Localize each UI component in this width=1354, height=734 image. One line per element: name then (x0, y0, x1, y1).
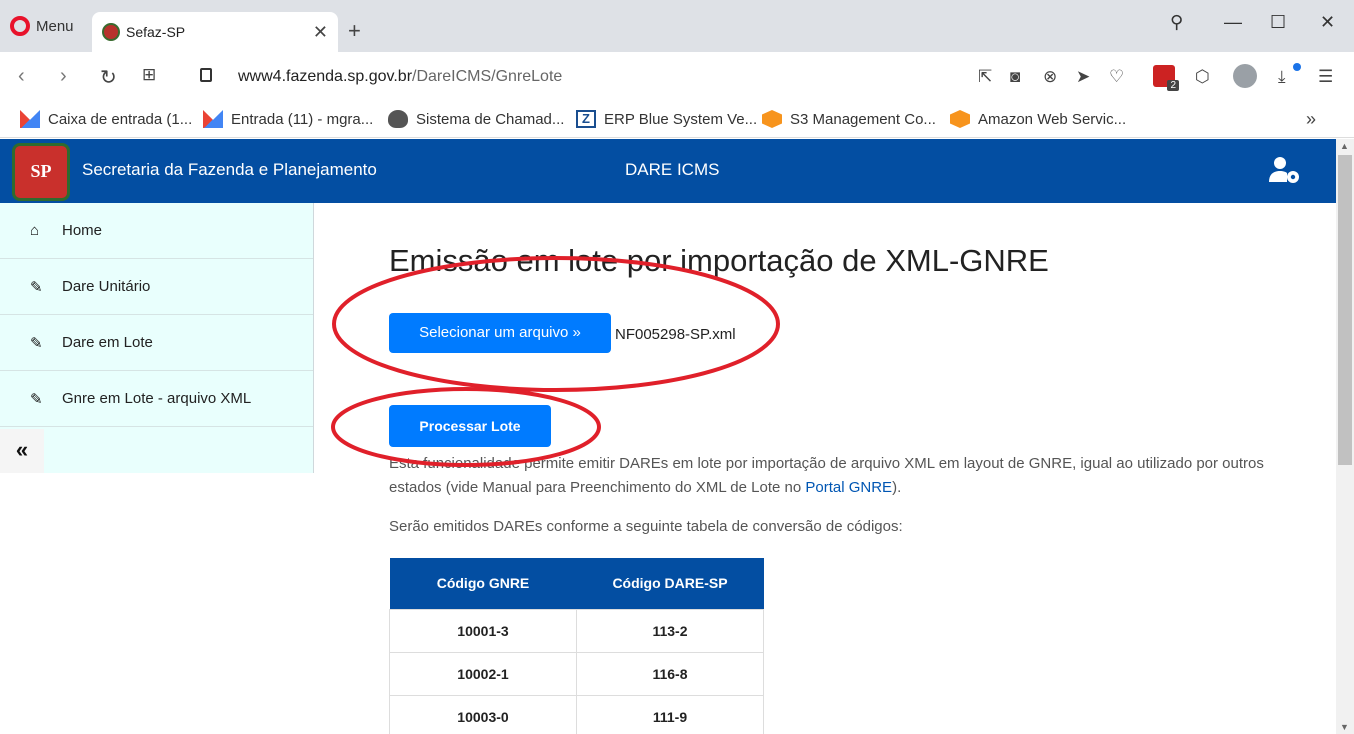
table-header-row: Código GNRE Código DARE-SP (389, 558, 764, 609)
avatar[interactable] (1233, 64, 1257, 88)
bookmark-item[interactable]: Sistema de Chamad... (388, 110, 564, 128)
table-cell: 10002-1 (389, 651, 577, 696)
column-header: Código GNRE (389, 558, 577, 609)
gmail-icon (203, 110, 223, 128)
table-cell: 111-9 (576, 694, 764, 734)
url-field[interactable]: www4.fazenda.sp.gov.br/DareICMS/GnreLote (238, 68, 562, 86)
maximize-icon[interactable]: ☐ (1270, 12, 1286, 33)
table-cell: 10001-3 (389, 608, 577, 653)
conversion-table: Código GNRE Código DARE-SP 10001-3 113-2… (389, 558, 764, 734)
search-icon[interactable]: ⚲ (1170, 12, 1183, 33)
table-cell: 10003-0 (389, 694, 577, 734)
collapse-sidebar-button[interactable]: « (0, 429, 44, 473)
table-cell: 116-8 (576, 651, 764, 696)
reload-icon[interactable]: ↻ (100, 65, 117, 90)
sidebar-item-gnre-em-lote[interactable]: ✎ Gnre em Lote - arquivo XML (0, 371, 313, 427)
cube-icon[interactable]: ⬡ (1195, 67, 1210, 87)
new-tab-icon[interactable]: + (348, 18, 361, 44)
table-row: 10002-1 116-8 (389, 651, 764, 696)
edit-icon: ✎ (30, 278, 43, 296)
home-icon: ⌂ (30, 222, 40, 239)
table-cell: 113-2 (576, 608, 764, 653)
sp-coat-of-arms-logo[interactable]: SP (12, 143, 70, 201)
sidebar-item-dare-unitario[interactable]: ✎ Dare Unitário (0, 259, 313, 315)
back-icon[interactable]: ‹ (18, 65, 25, 88)
sidebar-item-dare-em-lote[interactable]: ✎ Dare em Lote (0, 315, 313, 371)
bookmark-item[interactable]: S3 Management Co... (762, 110, 936, 128)
easy-setup-icon[interactable]: ☰ (1318, 67, 1333, 87)
bookmark-item[interactable]: Z ERP Blue System Ve... (576, 110, 757, 128)
app-name: DARE ICMS (625, 160, 720, 179)
scrollbar-thumb[interactable] (1338, 155, 1352, 465)
site-title: Secretaria da Fazenda e Planejamento (82, 160, 377, 179)
sefaz-favicon-icon (102, 23, 120, 41)
sidebar-item-home[interactable]: ⌂ Home (0, 203, 313, 259)
page-scrollbar[interactable]: ▲ ▼ (1336, 139, 1354, 734)
window-close-icon[interactable]: ✕ (1320, 12, 1335, 33)
opera-logo-icon (10, 16, 30, 36)
table-row: 10003-0 111-9 (389, 694, 764, 734)
download-indicator (1293, 63, 1301, 71)
browser-tab[interactable]: Sefaz-SP ✕ (92, 12, 338, 52)
opera-menu-button[interactable]: Menu (10, 14, 74, 38)
edit-icon: ✎ (30, 390, 43, 408)
table-intro-text: Serão emitidos DAREs conforme a seguinte… (389, 518, 903, 535)
shield-icon[interactable]: ⊗ (1043, 67, 1057, 87)
extension-icon[interactable]: 2 (1153, 65, 1179, 91)
scroll-down-icon[interactable]: ▼ (1340, 722, 1349, 732)
heart-icon[interactable]: ♡ (1109, 67, 1124, 87)
user-settings-icon[interactable] (1268, 156, 1302, 184)
browser-tab-bar: Menu Sefaz-SP ✕ + ⚲ — ☐ ✕ (0, 0, 1354, 52)
download-icon[interactable]: ⤓ (1278, 67, 1286, 87)
address-bar: ‹ › ↻ ⊞ www4.fazenda.sp.gov.br/DareICMS/… (0, 52, 1354, 102)
minimize-icon[interactable]: — (1224, 12, 1242, 33)
bookmark-item[interactable]: Entrada (11) - mgra... (203, 110, 373, 128)
bookmark-item[interactable]: Caixa de entrada (1... (20, 110, 192, 128)
share-icon[interactable]: ⇱ (978, 67, 992, 87)
aws-cube-icon (950, 110, 970, 128)
bookmark-item[interactable]: Amazon Web Servic... (950, 110, 1126, 128)
sidebar: ⌂ Home ✎ Dare Unitário ✎ Dare em Lote ✎ … (0, 203, 314, 473)
selected-file-name: NF005298-SP.xml (615, 326, 736, 343)
forward-icon[interactable]: › (60, 65, 67, 88)
edit-icon: ✎ (30, 334, 43, 352)
aws-cube-icon (762, 110, 782, 128)
process-batch-button[interactable]: Processar Lote (389, 405, 551, 447)
page-title: Emissão em lote por importação de XML-GN… (389, 243, 1049, 278)
menu-label: Menu (36, 17, 74, 35)
portal-gnre-link[interactable]: Portal GNRE (805, 479, 892, 496)
select-file-button[interactable]: Selecionar um arquivo » (389, 313, 611, 353)
lock-icon[interactable] (200, 68, 212, 82)
more-bookmarks-icon[interactable]: » (1306, 109, 1316, 130)
table-row: 10001-3 113-2 (389, 608, 764, 653)
tab-title: Sefaz-SP (126, 24, 186, 40)
bookmarks-bar: Caixa de entrada (1... Entrada (11) - mg… (0, 102, 1354, 138)
gmail-icon (20, 110, 40, 128)
page-viewport: SP Secretaria da Fazenda e Planejamento … (0, 139, 1354, 734)
bug-icon (388, 110, 408, 128)
description-text: Esta funcionalidade permite emitir DAREs… (389, 455, 1264, 496)
send-icon[interactable]: ➤ (1076, 67, 1090, 87)
site-header: SP Secretaria da Fazenda e Planejamento … (0, 139, 1336, 203)
speed-dial-icon[interactable]: ⊞ (142, 65, 156, 85)
scroll-up-icon[interactable]: ▲ (1340, 141, 1349, 151)
camera-icon[interactable]: ◙ (1010, 67, 1020, 87)
close-tab-icon[interactable]: ✕ (313, 22, 328, 43)
column-header: Código DARE-SP (576, 558, 764, 609)
z-icon: Z (576, 110, 596, 128)
